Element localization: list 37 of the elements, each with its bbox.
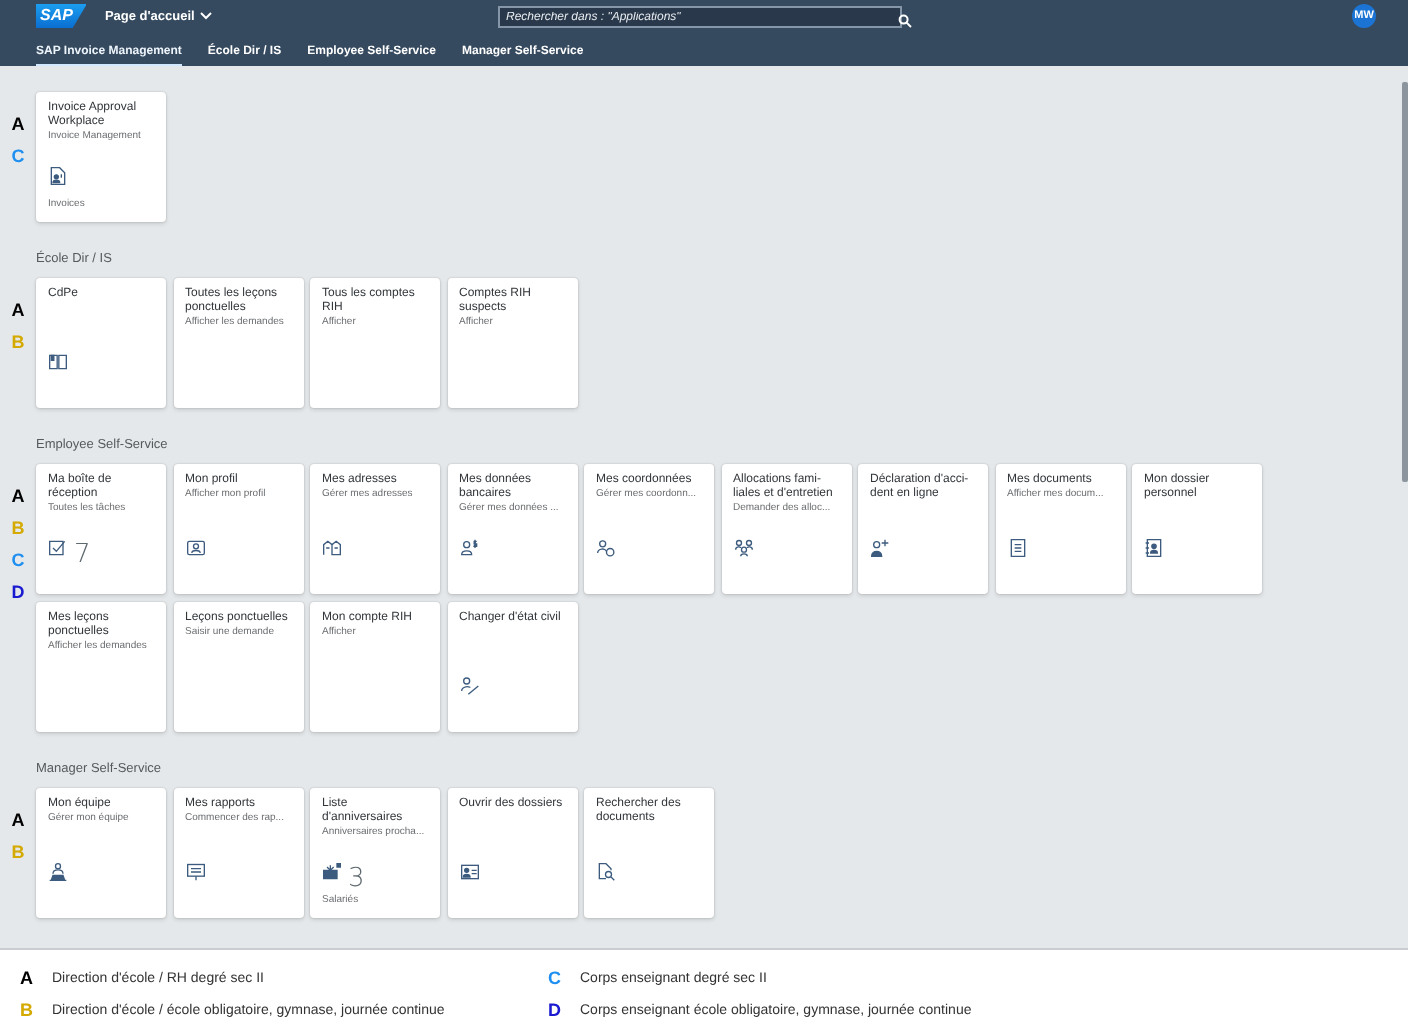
legend-letter: C [548,966,563,992]
scrollbar-thumb[interactable] [1402,82,1408,482]
document-search-icon [596,861,616,881]
category-letter: A [11,484,25,509]
tile-count: 7 [74,542,91,568]
person-dollar-icon [459,538,479,558]
person-add-icon [870,538,890,558]
chevron-down-icon [200,11,213,19]
category-letter: C [11,144,25,169]
person-globe-icon [596,538,616,558]
family-icon [733,538,753,558]
category-letter: B [11,516,25,541]
checkbox-task-icon [48,538,68,558]
search-icon[interactable] [898,14,912,28]
profile-card-icon [185,538,205,558]
category-letter: A [11,112,25,137]
document-person-icon [48,166,68,186]
category-letter: A [11,298,25,323]
category-letter: D [11,580,25,605]
person-pencil-icon [459,675,479,695]
category-letter: B [11,839,25,864]
legend-letter: A [20,966,35,992]
contact-book-icon [1144,538,1164,558]
legend-letter: D [548,998,563,1024]
id-card-icon [459,861,479,881]
sap-logo[interactable]: SAP [36,4,87,28]
document-icon [1007,538,1027,558]
book-icon [48,352,68,372]
team-icon [48,861,68,881]
gift-icon [322,861,342,881]
category-letter: C [11,548,25,573]
category-letter: B [11,330,25,355]
presentation-board-icon [185,861,205,881]
category-letter: A [11,807,25,832]
legend-letter: B [20,998,35,1024]
houses-icon [322,538,342,558]
tile-count: 3 [348,865,365,891]
